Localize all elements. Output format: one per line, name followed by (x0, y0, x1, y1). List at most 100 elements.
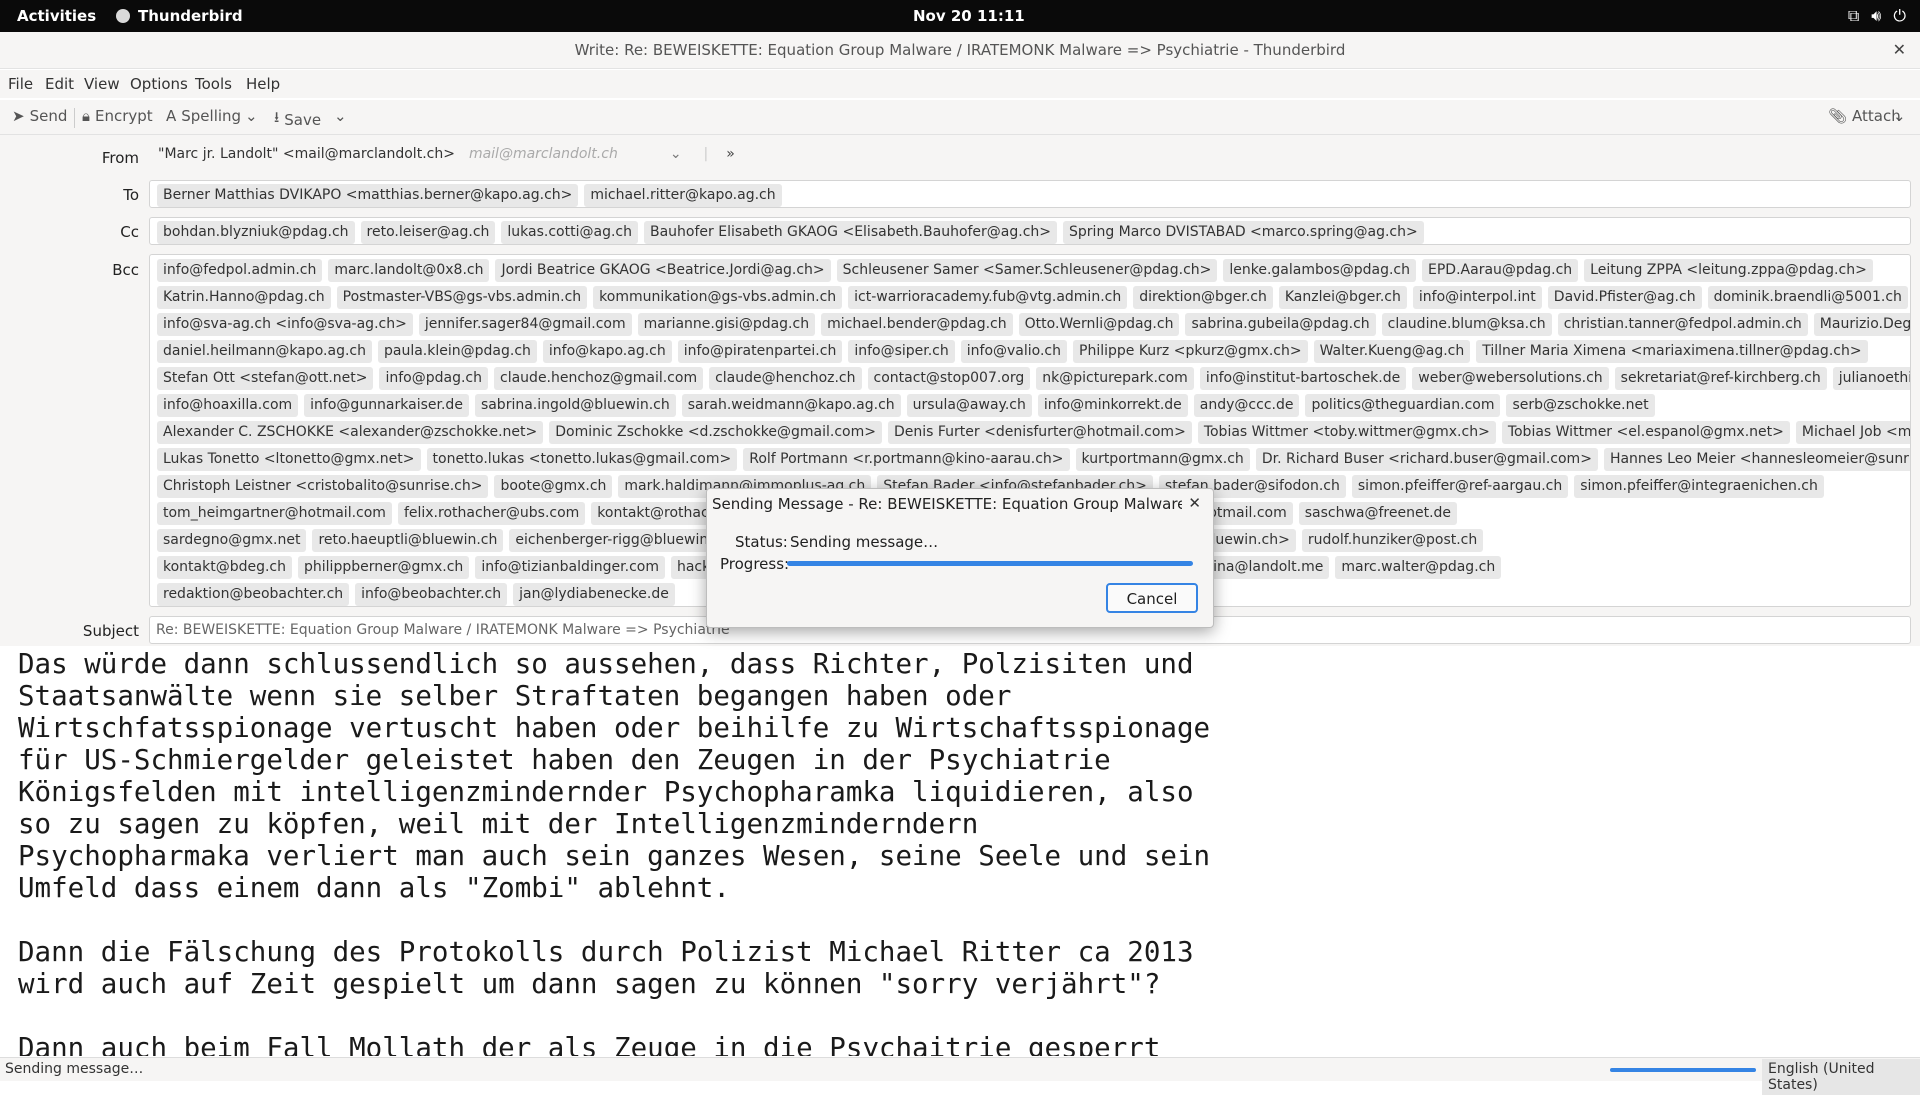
recipient-pill[interactable]: Berner Matthias DVIKAPO <matthias.berner… (157, 184, 579, 207)
recipient-pill[interactable]: Denis Furter <denisfurter@hotmail.com> (887, 421, 1192, 444)
menu-options[interactable]: Options (130, 75, 188, 93)
recipient-pill[interactable]: Tobias Wittmer <el.espanol@gmx.net> (1501, 421, 1790, 444)
recipient-pill[interactable]: bohdan.blyzniuk@pdag.ch (157, 221, 355, 244)
to-field[interactable]: Berner Matthias DVIKAPO <matthias.berner… (149, 180, 1911, 208)
recipient-pill[interactable]: Rolf Portmann <r.portmann@kino-aarau.ch> (743, 448, 1070, 471)
recipient-pill[interactable]: reto.leiser@ag.ch (360, 221, 496, 244)
recipient-pill[interactable]: info@kapo.ag.ch (542, 340, 672, 363)
recipient-pill[interactable]: Lukas Tonetto <ltonetto@gmx.net> (157, 448, 421, 471)
close-icon[interactable]: ✕ (1188, 494, 1201, 512)
clock[interactable]: Nov 20 11:11 (913, 7, 1025, 25)
recipient-pill[interactable]: Michael Job <m.job@gmx.net> (1795, 421, 1910, 444)
recipient-pill[interactable]: Schleusener Samer <Samer.Schleusener@pda… (836, 259, 1218, 282)
message-body[interactable]: Das würde dann schlussendlich so aussehe… (18, 648, 1918, 1056)
menu-tools[interactable]: Tools (195, 75, 232, 93)
spelling-button[interactable]: A Spelling (166, 107, 241, 125)
recipient-pill[interactable]: politics@theguardian.com (1305, 394, 1501, 417)
system-tray[interactable]: ⧉ 🔊︎ ⏻ (1848, 6, 1906, 26)
recipient-pill[interactable]: sarah.weidmann@kapo.ag.ch (681, 394, 901, 417)
recipient-pill[interactable]: info@valio.ch (960, 340, 1067, 363)
encrypt-button[interactable]: 🔒︎ Encrypt (82, 107, 153, 125)
recipient-pill[interactable]: Dr. Richard Buser <richard.buser@gmail.c… (1255, 448, 1598, 471)
save-dropdown[interactable]: ⌄ (334, 107, 347, 125)
menu-file[interactable]: File (8, 75, 33, 93)
menu-view[interactable]: View (84, 75, 120, 93)
menu-help[interactable]: Help (246, 75, 280, 93)
recipient-pill[interactable]: Otto.Wernli@pdag.ch (1018, 313, 1180, 336)
recipient-pill[interactable]: claudine.blum@ksa.ch (1381, 313, 1552, 336)
recipient-pill[interactable]: ursula@away.ch (906, 394, 1032, 417)
send-button[interactable]: ➤ Send (12, 107, 67, 125)
recipient-pill[interactable]: simon.pfeiffer@integraenichen.ch (1574, 475, 1824, 498)
recipient-pill[interactable]: tonetto.lukas <tonetto.lukas@gmail.com> (426, 448, 738, 471)
recipient-pill[interactable]: Walter.Kueng@ag.ch (1313, 340, 1471, 363)
recipient-pill[interactable]: eichenberger-rigg@bluewin.ch (509, 529, 736, 552)
recipient-pill[interactable]: sekretariat@ref-kirchberg.ch (1614, 367, 1827, 390)
recipient-pill[interactable]: direktion@bger.ch (1133, 286, 1273, 309)
recipient-pill[interactable]: EPD.Aarau@pdag.ch (1422, 259, 1579, 282)
recipient-pill[interactable]: sabrina.gubeila@pdag.ch (1185, 313, 1376, 336)
recipient-pill[interactable]: Jordi Beatrice GKAOG <Beatrice.Jordi@ag.… (495, 259, 831, 282)
recipient-pill[interactable]: contact@stop007.org (867, 367, 1031, 390)
recipient-pill[interactable]: simon.pfeiffer@ref-aargau.ch (1351, 475, 1569, 498)
recipient-pill[interactable]: info@piratenpartei.ch (677, 340, 843, 363)
cc-field[interactable]: bohdan.blyzniuk@pdag.ch reto.leiser@ag.ch… (149, 217, 1911, 245)
recipient-pill[interactable]: tom_heimgartner@hotmail.com (157, 502, 392, 525)
recipient-pill[interactable]: Stefan Ott <stefan@ott.net> (157, 367, 374, 390)
recipient-pill[interactable]: Katrin.Hanno@pdag.ch (157, 286, 331, 309)
recipient-pill[interactable]: ict-warrioracademy.fub@vtg.admin.ch (848, 286, 1128, 309)
recipient-pill[interactable]: sabrina.ingold@bluewin.ch (474, 394, 676, 417)
recipient-pill[interactable]: dominik.braendli@5001.ch (1707, 286, 1908, 309)
recipient-pill[interactable]: info@siper.ch (848, 340, 955, 363)
recipient-pill[interactable]: philippberner@gmx.ch (298, 556, 470, 579)
recipient-pill[interactable]: Leitung ZPPA <leitung.zppa@pdag.ch> (1584, 259, 1873, 282)
recipient-pill[interactable]: claude.henchoz@gmail.com (494, 367, 704, 390)
recipient-pill[interactable]: Maurizio.Deganello@pdag.ch (1813, 313, 1910, 336)
recipient-pill[interactable]: jan@lydiabenecke.de (513, 583, 675, 606)
recipient-pill[interactable]: lukas.cotti@ag.ch (501, 221, 638, 244)
recipient-pill[interactable]: reto.haeuptli@bluewin.ch (312, 529, 504, 552)
recipient-pill[interactable]: info@minkorrekt.de (1037, 394, 1188, 417)
attach-dropdown[interactable]: ⌄ (1893, 107, 1906, 125)
activities-button[interactable]: Activities (17, 7, 96, 25)
recipient-pill[interactable]: Alexander C. ZSCHOKKE <alexander@zschokk… (157, 421, 544, 444)
recipient-pill[interactable]: kurtportmann@gmx.ch (1075, 448, 1250, 471)
recipient-pill[interactable]: rudolf.hunziker@post.ch (1301, 529, 1484, 552)
recipient-pill[interactable]: sardegno@gmx.net (157, 529, 307, 552)
chevron-down-icon[interactable]: ⌄ (670, 146, 682, 162)
recipient-pill[interactable]: info@gunnarkaiser.de (304, 394, 469, 417)
attach-button[interactable]: 📎︎ Attach (1828, 107, 1901, 125)
recipient-pill[interactable]: info@tizianbaldinger.com (475, 556, 665, 579)
recipient-pill[interactable]: Hannes Leo Meier <hannesleomeier@sunrise… (1603, 448, 1910, 471)
recipient-pill[interactable]: lenke.galambos@pdag.ch (1223, 259, 1417, 282)
recipient-pill[interactable]: marianne.gisi@pdag.ch (637, 313, 816, 336)
recipient-pill[interactable]: kommunikation@gs-vbs.admin.ch (593, 286, 843, 309)
recipient-pill[interactable]: marc.landolt@0x8.ch (328, 259, 490, 282)
recipient-pill[interactable]: felix.rothacher@ubs.com (397, 502, 586, 525)
recipient-pill[interactable]: marc.walter@pdag.ch (1335, 556, 1502, 579)
spelling-dropdown[interactable]: ⌄ (245, 107, 258, 125)
recipient-pill[interactable]: info@sva-ag.ch <info@sva-ag.ch> (157, 313, 413, 336)
recipient-pill[interactable]: Philippe Kurz <pkurz@gmx.ch> (1073, 340, 1308, 363)
recipient-pill[interactable]: michael.ritter@kapo.ag.ch (584, 184, 782, 207)
recipient-pill[interactable]: info@institut-bartoschek.de (1199, 367, 1407, 390)
more-fields-icon[interactable]: » (726, 146, 735, 162)
recipient-pill[interactable]: Postmaster-VBS@gs-vbs.admin.ch (336, 286, 588, 309)
save-button[interactable]: ⭳ Save (274, 107, 321, 132)
recipient-pill[interactable]: saschwa@freenet.de (1298, 502, 1458, 525)
recipient-pill[interactable]: jennifer.sager84@gmail.com (418, 313, 632, 336)
recipient-pill[interactable]: nk@picturepark.com (1036, 367, 1194, 390)
recipient-pill[interactable]: christian.tanner@fedpol.admin.ch (1557, 313, 1808, 336)
recipient-pill[interactable]: Kanzlei@bger.ch (1278, 286, 1407, 309)
recipient-pill[interactable]: andy@ccc.de (1193, 394, 1300, 417)
recipient-pill[interactable]: paula.klein@pdag.ch (378, 340, 537, 363)
recipient-pill[interactable]: claude@henchoz.ch (709, 367, 862, 390)
recipient-pill[interactable]: David.Pfister@ag.ch (1547, 286, 1702, 309)
recipient-pill[interactable]: michael.bender@pdag.ch (821, 313, 1013, 336)
app-menu[interactable]: Thunderbird (116, 7, 243, 25)
from-selector[interactable]: "Marc jr. Landolt" <mail@marclandolt.ch>… (158, 146, 735, 162)
recipient-pill[interactable]: Spring Marco DVISTABAD <marco.spring@ag.… (1063, 221, 1424, 244)
recipient-pill[interactable]: boote@gmx.ch (494, 475, 613, 498)
recipient-pill[interactable]: weber@webersolutions.ch (1412, 367, 1609, 390)
recipient-pill[interactable]: Tobias Wittmer <toby.wittmer@gmx.ch> (1197, 421, 1496, 444)
